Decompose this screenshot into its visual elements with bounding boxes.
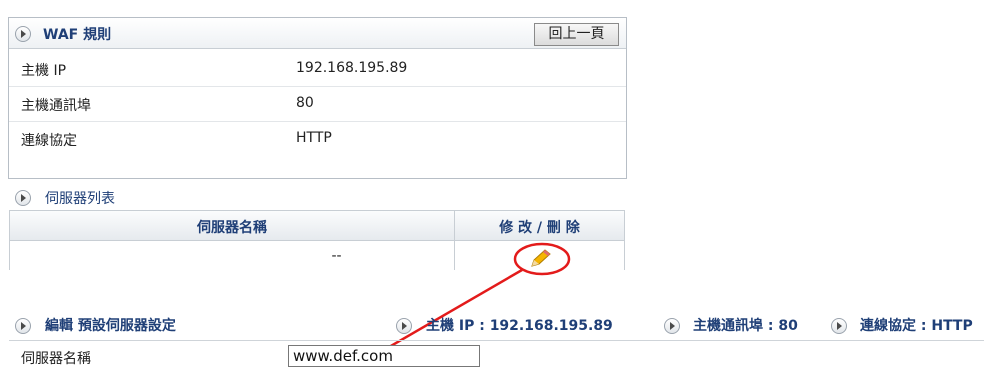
host-port-info: 主機通訊埠 : 80 xyxy=(693,318,798,334)
annotation-overlay xyxy=(357,242,571,367)
expand-arrow-icon[interactable] xyxy=(664,318,680,334)
protocol-info: 連線協定 : HTTP xyxy=(860,318,973,334)
host-ip-info: 主機 IP : 192.168.195.89 xyxy=(426,318,613,334)
expand-arrow-icon[interactable] xyxy=(396,318,412,334)
server-name-input[interactable] xyxy=(288,345,480,367)
expand-arrow-icon[interactable] xyxy=(831,318,847,334)
edit-default-server-title: 編輯 預設伺服器設定 xyxy=(45,318,176,334)
server-name-label: 伺服器名稱 xyxy=(21,351,91,367)
server-name-row: 伺服器名稱 xyxy=(9,340,984,367)
highlight-circle xyxy=(513,242,571,276)
expand-arrow-icon[interactable] xyxy=(15,318,31,334)
